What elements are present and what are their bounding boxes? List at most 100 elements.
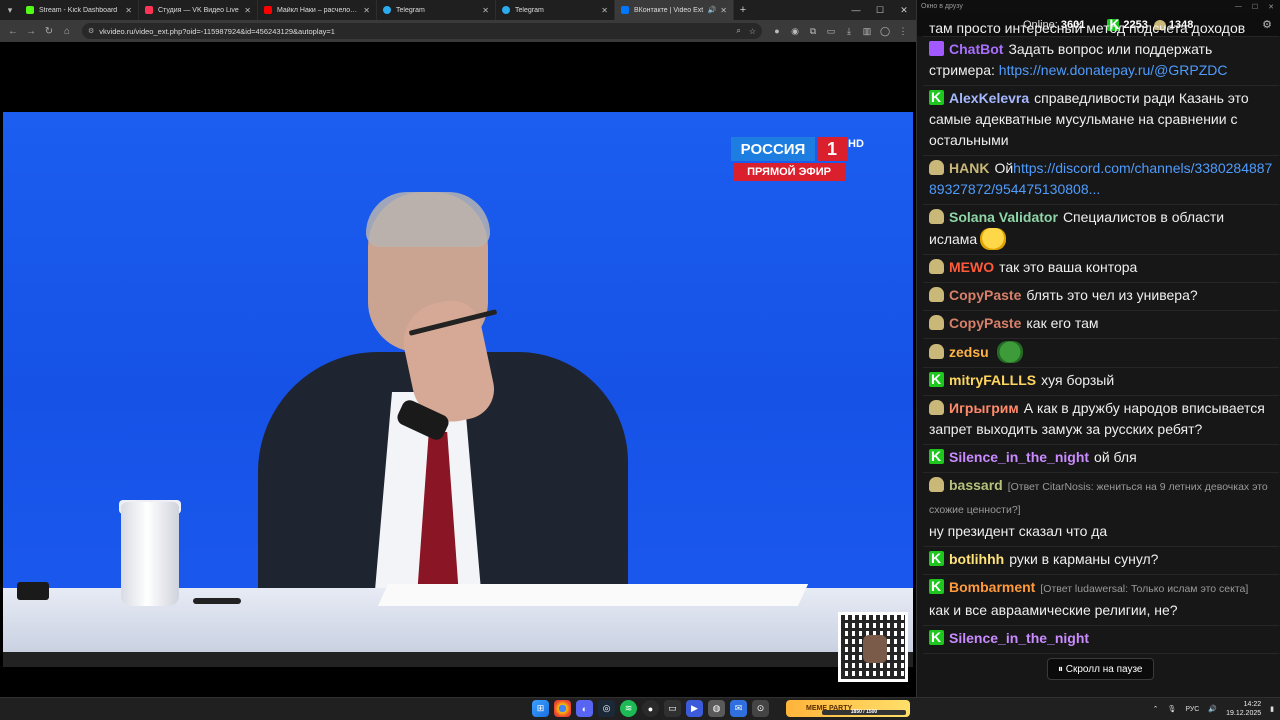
extension-icon[interactable]: ● [768, 22, 786, 40]
tab-telegram-1[interactable]: Telegram ✕ [377, 0, 496, 20]
desk-edge [3, 652, 913, 667]
forward-icon[interactable]: → [22, 22, 40, 40]
meme-progress-text: 1850 / 1500 [850, 709, 878, 715]
chat-username[interactable]: AlexKelevra [949, 90, 1029, 106]
tab-title: Майкл Наки – расчеловечивание [277, 6, 359, 14]
close-icon[interactable]: ✕ [601, 6, 608, 15]
close-icon[interactable]: ✕ [125, 6, 132, 15]
message-text: блять это чел из универа? [1026, 287, 1198, 303]
chat-username[interactable]: mitryFALLLS [949, 372, 1036, 388]
sidebar-icon[interactable]: ▭ [822, 22, 840, 40]
tab-title: Stream - Kick Dashboard [39, 6, 118, 14]
close-icon[interactable]: ✕ [1268, 3, 1274, 11]
tab-vk-studio[interactable]: Студия — VK Видео Live ✕ [139, 0, 258, 20]
volume-icon[interactable]: 🔊 [1208, 705, 1217, 713]
kick-favicon-icon [26, 6, 34, 14]
clock-date: 19.12.2025 [1226, 710, 1262, 717]
chat-username[interactable]: Silence_in_the_night [949, 449, 1089, 465]
app-icon[interactable]: ◍ [708, 700, 725, 717]
maximize-icon[interactable]: ☐ [868, 0, 892, 20]
close-icon[interactable]: ✕ [720, 6, 727, 15]
chrome-icon[interactable] [554, 700, 571, 717]
minimize-icon[interactable]: — [1235, 3, 1242, 11]
chat-username[interactable]: Solana Validator [949, 209, 1058, 225]
chat-username[interactable]: CopyPaste [949, 315, 1021, 331]
app-icon[interactable]: ▭ [664, 700, 681, 717]
tab-title: Студия — VK Видео Live [158, 6, 239, 14]
extensions-puzzle-icon[interactable]: ⧉ [804, 22, 822, 40]
chat-window-titlebar: Окно в друзу — ☐ ✕ [917, 0, 1280, 13]
meme-party-widget[interactable]: MEME PARTY 1850 / 1500 [786, 700, 910, 717]
discord-icon[interactable]: ◐ [576, 700, 593, 717]
chat-username[interactable]: Bombarment [949, 579, 1035, 595]
chat-username[interactable]: Игрыгрим [949, 400, 1019, 416]
download-icon[interactable]: ⤓ [840, 22, 858, 40]
message-text: Ой [994, 160, 1014, 176]
speaker-icon[interactable]: 🔊 [708, 6, 717, 14]
start-windows-icon[interactable]: ⊞ [532, 700, 549, 717]
reload-icon[interactable]: ↻ [40, 22, 58, 40]
chat-username[interactable]: zedsu [949, 344, 989, 360]
tab-vk-video-ext[interactable]: ВКонтакте | Video Ext 🔊 ✕ [615, 0, 734, 20]
notifications-icon[interactable]: ▮ [1270, 705, 1274, 713]
chat-username[interactable]: CopyPaste [949, 287, 1021, 303]
app-icon[interactable]: ▶ [686, 700, 703, 717]
minimize-icon[interactable]: — [844, 0, 868, 20]
chat-username[interactable]: ChatBot [949, 41, 1003, 57]
steam-icon[interactable]: ◎ [598, 700, 615, 717]
maximize-icon[interactable]: ☐ [1252, 3, 1258, 11]
video-player[interactable]: РОССИЯ 1 HD ПРЯМОЙ ЭФИР [0, 42, 916, 697]
chat-username[interactable]: botlihhh [949, 551, 1004, 567]
gold-badge-icon [929, 287, 944, 302]
spotify-icon[interactable]: ≋ [620, 700, 637, 717]
chat-message: Silence_in_the_night [923, 626, 1279, 654]
close-icon[interactable]: ✕ [482, 6, 489, 15]
obs-icon[interactable]: ● [642, 700, 659, 717]
telegram-favicon-icon [383, 6, 391, 14]
tab-title: Telegram [396, 6, 425, 14]
url-field[interactable]: ⚙ vkvideo.ru/video_ext.php?oid=-11598792… [82, 23, 762, 39]
close-icon[interactable]: ✕ [244, 6, 251, 15]
menu-icon[interactable]: ⋮ [894, 22, 912, 40]
taskbar-apps: ⊞ ◐ ◎ ≋ ● ▭ ▶ ◍ ✉ ⊙ [532, 700, 769, 717]
microphone-icon[interactable]: 🎙 [1167, 705, 1176, 713]
profile-icon[interactable]: ◯ [876, 22, 894, 40]
chat-username[interactable]: Silence_in_the_night [949, 630, 1089, 646]
tab-kick-dashboard[interactable]: Stream - Kick Dashboard ✕ [20, 0, 139, 20]
gold-badge-icon [929, 160, 944, 175]
back-icon[interactable]: ← [4, 22, 22, 40]
message-text: как и все авраамические религии, не? [929, 602, 1178, 618]
bookmark-star-icon[interactable]: ☆ [749, 27, 756, 36]
tab-telegram-2[interactable]: Telegram ✕ [496, 0, 615, 20]
bot-badge-icon [929, 41, 944, 56]
thermos-cup [121, 502, 179, 606]
chevron-up-icon[interactable]: ⌃ [1153, 705, 1159, 713]
clock[interactable]: 14:22 19.12.2025 [1226, 700, 1261, 718]
scroll-paused-button[interactable]: ⏸ Скролл на паузе [1047, 658, 1154, 680]
site-info-icon[interactable]: ⚙ [88, 27, 94, 35]
new-tab-button[interactable]: + [734, 0, 752, 20]
close-window-icon[interactable]: ✕ [892, 0, 916, 20]
message-link[interactable]: https://new.donatepay.ru/@GRPZDC [999, 62, 1228, 78]
split-view-icon[interactable]: ▥ [858, 22, 876, 40]
gold-badge-icon [929, 209, 944, 224]
chat-username[interactable]: bassard [949, 477, 1003, 493]
logo-number: 1 [817, 137, 847, 161]
tab-youtube[interactable]: Майкл Наки – расчеловечивание ✕ [258, 0, 377, 20]
chat-username[interactable]: MEWO [949, 259, 994, 275]
message-text: хуя борзый [1041, 372, 1115, 388]
chat-message: Bombarment [Ответ ludawersal: Только исла… [923, 575, 1279, 626]
zoom-icon[interactable]: ⌕ [736, 26, 740, 36]
chat-username[interactable]: HANK [949, 160, 989, 176]
close-icon[interactable]: ✕ [363, 6, 370, 15]
vk-video-icon[interactable]: ✉ [730, 700, 747, 717]
home-icon[interactable]: ⌂ [58, 22, 76, 40]
vk-favicon-icon [621, 6, 629, 14]
extension-icon[interactable]: ◉ [786, 22, 804, 40]
lang-indicator[interactable]: РУС [1185, 706, 1199, 713]
tab-search-icon[interactable]: ▾ [0, 0, 20, 20]
app-icon[interactable]: ⊙ [752, 700, 769, 717]
chat-message: HANK Ойhttps://discord.com/channels/33802… [923, 156, 1279, 205]
message-list: ChatBot Задать вопрос или поддержать стри… [923, 37, 1279, 654]
chat-message: Игрыгрим А как в дружбу народов вписывает… [923, 396, 1279, 445]
